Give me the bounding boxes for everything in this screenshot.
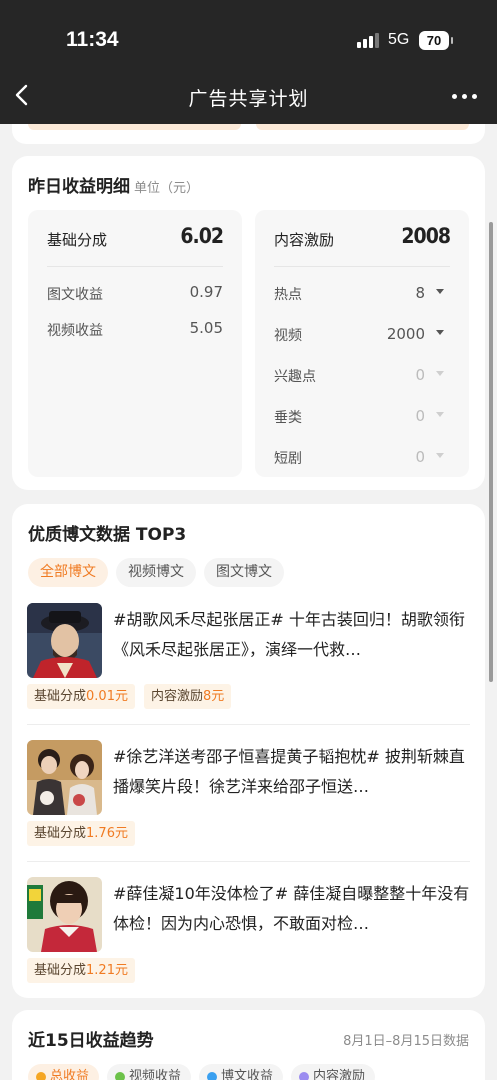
post-item[interactable]: #徐艺洋送考邵子恒喜提黄子韬抱枕# 披荆斩棘直播爆笑片段！徐艺洋来给邵子恒送… … xyxy=(27,740,470,850)
top-bar: 11:34 5G 70 广告共享计划 xyxy=(0,0,497,124)
legend-dot xyxy=(299,1072,310,1080)
network-label: 5G xyxy=(388,31,410,48)
top3-posts-card: 优质博文数据 TOP3 全部博文 视频博文 图文博文 #胡歌风禾尽起张居正# 十… xyxy=(12,504,485,998)
post-item[interactable]: #薛佳凝10年没体检了# 薛佳凝自曝整整十年没有体检！因为内心恐惧，不敢面对检…… xyxy=(27,877,470,987)
trend-title: 近15日收益趋势 xyxy=(28,1031,154,1051)
content-incentive-value: 2008 xyxy=(401,224,451,248)
post-thumbnail xyxy=(27,740,102,815)
hotspot-label: 热点 xyxy=(274,287,302,303)
post-item[interactable]: #胡歌风禾尽起张居正# 十年古装回归！胡歌领衔《风禾尽起张居正》，演绎一代救… … xyxy=(27,603,470,713)
top3-title: 优质博文数据 TOP3 xyxy=(28,525,187,545)
tag-value: 1.76元 xyxy=(86,826,128,841)
post-divider xyxy=(27,724,470,725)
post-text: #薛佳凝10年没体检了# 薛佳凝自曝整整十年没有体检！因为内心恐惧，不敢面对检… xyxy=(113,884,470,933)
legend-total-income[interactable]: 总收益 xyxy=(28,1064,100,1080)
video-label: 视频 xyxy=(274,328,302,344)
vertical-label: 垂类 xyxy=(274,410,302,426)
content-incentive-panel: 内容激励 2008 热点 8 视频 2000 兴趣点 0 垂类 0 短剧 0 xyxy=(255,210,469,477)
hotspot-value: 8 xyxy=(415,284,425,302)
video-income-label: 视频收益 xyxy=(47,323,103,339)
interest-point-value: 0 xyxy=(415,366,425,384)
post-thumbnail xyxy=(27,603,102,678)
status-time: 11:34 xyxy=(66,28,119,51)
post-divider xyxy=(27,861,470,862)
tag-value: 1.21元 xyxy=(86,963,128,978)
income-unit: 单位（元） xyxy=(134,181,200,196)
base-share-tag: 基础分成0.01元 xyxy=(27,684,135,709)
income-trend-card: 近15日收益趋势 8月1日–8月15日数据 总收益 视频收益 博文收益 内容激励 xyxy=(12,1010,485,1080)
page-title: 广告共享计划 xyxy=(188,88,309,110)
income-detail-card: 昨日收益明细 单位（元） 基础分成 6.02 图文收益 0.97 视频收益 5.0… xyxy=(12,156,485,490)
base-share-label: 基础分成 xyxy=(47,231,108,249)
legend-label: 视频收益 xyxy=(129,1069,182,1080)
interest-point-expand-icon[interactable] xyxy=(436,371,444,376)
legend-dot xyxy=(115,1072,126,1080)
trend-legend: 总收益 视频收益 博文收益 内容激励 xyxy=(28,1064,376,1080)
base-share-tag: 基础分成1.76元 xyxy=(27,821,135,846)
vertical-expand-icon[interactable] xyxy=(436,412,444,417)
content-incentive-tag: 内容激励8元 xyxy=(143,684,232,709)
post-thumbnail xyxy=(27,877,102,952)
tab-image-text-posts[interactable]: 图文博文 xyxy=(204,558,284,587)
signal-icon xyxy=(357,32,381,48)
legend-post-income[interactable]: 博文收益 xyxy=(199,1064,284,1080)
vertical-value: 0 xyxy=(415,407,425,425)
post-type-tabs: 全部博文 视频博文 图文博文 xyxy=(28,558,284,587)
short-drama-value: 0 xyxy=(415,448,425,466)
tag-value: 0.01元 xyxy=(86,689,128,704)
tag-prefix: 基础分成 xyxy=(34,826,87,841)
more-icon[interactable] xyxy=(452,94,477,99)
tab-video-posts[interactable]: 视频博文 xyxy=(116,558,196,587)
tag-value: 8元 xyxy=(202,689,225,704)
post-text: #胡歌风禾尽起张居正# 十年古装回归！胡歌领衔《风禾尽起张居正》，演绎一代救… xyxy=(113,610,465,659)
hotspot-expand-icon[interactable] xyxy=(436,289,444,294)
image-text-income-value: 0.97 xyxy=(189,283,223,301)
base-share-tag: 基础分成1.21元 xyxy=(27,958,135,983)
post-tags: 基础分成1.76元 xyxy=(27,821,135,846)
scrollbar[interactable] xyxy=(489,222,493,682)
legend-content-incentive[interactable]: 内容激励 xyxy=(291,1064,376,1080)
video-expand-icon[interactable] xyxy=(436,330,444,335)
base-share-panel: 基础分成 6.02 图文收益 0.97 视频收益 5.05 xyxy=(28,210,242,477)
post-tags: 基础分成0.01元 内容激励8元 xyxy=(27,684,232,709)
content-incentive-label: 内容激励 xyxy=(274,231,335,249)
income-title: 昨日收益明细 单位（元） xyxy=(28,172,199,197)
legend-dot xyxy=(36,1072,46,1080)
post-text: #徐艺洋送考邵子恒喜提黄子韬抱枕# 披荆斩棘直播爆笑片段！徐艺洋来给邵子恒送… xyxy=(113,747,465,796)
video-income-value: 5.05 xyxy=(189,319,223,337)
tag-prefix: 内容激励 xyxy=(150,689,203,704)
legend-label: 内容激励 xyxy=(313,1069,366,1080)
tag-prefix: 基础分成 xyxy=(34,963,87,978)
legend-video-income[interactable]: 视频收益 xyxy=(107,1064,192,1080)
income-title-text: 昨日收益明细 xyxy=(28,177,130,197)
short-drama-expand-icon[interactable] xyxy=(436,453,444,458)
trend-date-range: 8月1日–8月15日数据 xyxy=(343,1034,469,1049)
previous-card xyxy=(12,124,485,144)
battery-icon: 70 xyxy=(419,31,453,50)
video-value: 2000 xyxy=(386,325,425,343)
battery-level: 70 xyxy=(426,33,442,48)
post-tags: 基础分成1.21元 xyxy=(27,958,135,983)
interest-point-label: 兴趣点 xyxy=(274,369,316,385)
base-share-value: 6.02 xyxy=(180,224,224,248)
legend-label: 博文收益 xyxy=(221,1069,274,1080)
short-drama-label: 短剧 xyxy=(274,451,302,467)
legend-dot xyxy=(207,1072,218,1080)
tag-prefix: 基础分成 xyxy=(34,689,87,704)
image-text-income-label: 图文收益 xyxy=(47,287,103,303)
legend-label: 总收益 xyxy=(50,1069,90,1080)
tab-all-posts[interactable]: 全部博文 xyxy=(28,558,108,587)
